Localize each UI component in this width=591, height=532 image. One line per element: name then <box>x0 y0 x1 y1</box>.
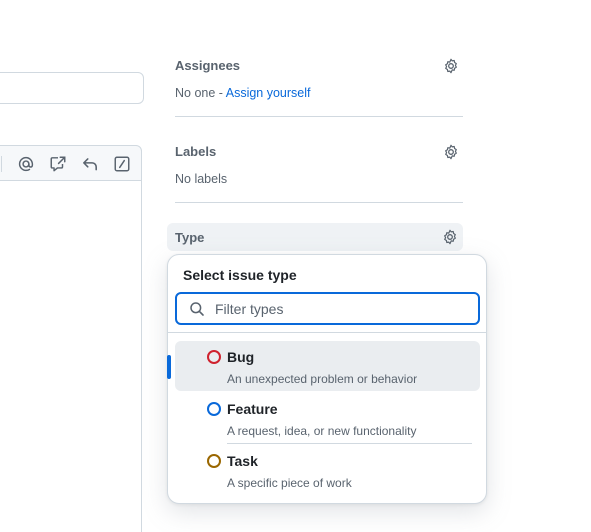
dropdown-divider <box>168 332 486 333</box>
search-icon <box>189 301 205 317</box>
bug-circle-icon <box>207 350 221 364</box>
assignees-value: No one - Assign yourself <box>175 86 463 100</box>
option-description: An unexpected problem or behavior <box>227 372 418 386</box>
task-circle-icon <box>207 454 221 468</box>
type-gear-icon[interactable] <box>442 229 458 245</box>
option-feature[interactable]: Feature A request, idea, or new function… <box>175 393 480 443</box>
filter-types-input[interactable] <box>213 297 467 321</box>
dropdown-title: Select issue type <box>183 267 297 283</box>
option-description: A request, idea, or new functionality <box>227 424 417 438</box>
labels-section: Labels No labels <box>175 144 463 186</box>
assignees-empty-text: No one - <box>175 86 226 100</box>
assignees-title: Assignees <box>175 58 241 73</box>
option-divider <box>227 443 472 444</box>
filter-types-field[interactable] <box>175 292 480 325</box>
toolbar-divider <box>1 156 2 172</box>
feature-circle-icon <box>207 402 221 416</box>
sidebar-divider <box>175 116 463 117</box>
issue-title-input[interactable] <box>0 72 144 104</box>
option-task[interactable]: Task A specific piece of work <box>175 445 480 495</box>
selected-indicator <box>167 355 171 379</box>
option-description: A specific piece of work <box>227 476 352 490</box>
option-bug[interactable]: Bug An unexpected problem or behavior <box>175 341 480 391</box>
labels-value: No labels <box>175 172 228 186</box>
reply-icon[interactable] <box>81 155 99 173</box>
assignees-gear-icon[interactable] <box>443 58 459 74</box>
option-name: Task <box>227 453 258 469</box>
cross-reference-icon[interactable] <box>49 155 67 173</box>
issue-type-dropdown: Select issue type Bug An unexpected prob… <box>167 254 487 504</box>
type-section-header[interactable]: Type <box>167 223 463 251</box>
slash-commands-icon[interactable] <box>113 155 131 173</box>
editor-toolbar <box>0 145 142 181</box>
labels-title: Labels <box>175 144 217 159</box>
mention-icon[interactable] <box>17 155 35 173</box>
sidebar-divider <box>175 202 463 203</box>
editor-border <box>141 181 142 532</box>
option-name: Bug <box>227 349 255 365</box>
type-title: Type <box>175 230 205 245</box>
assignees-section: Assignees No one - Assign yourself <box>175 58 463 100</box>
labels-gear-icon[interactable] <box>443 144 459 160</box>
assign-yourself-link[interactable]: Assign yourself <box>226 86 311 100</box>
option-name: Feature <box>227 401 278 417</box>
